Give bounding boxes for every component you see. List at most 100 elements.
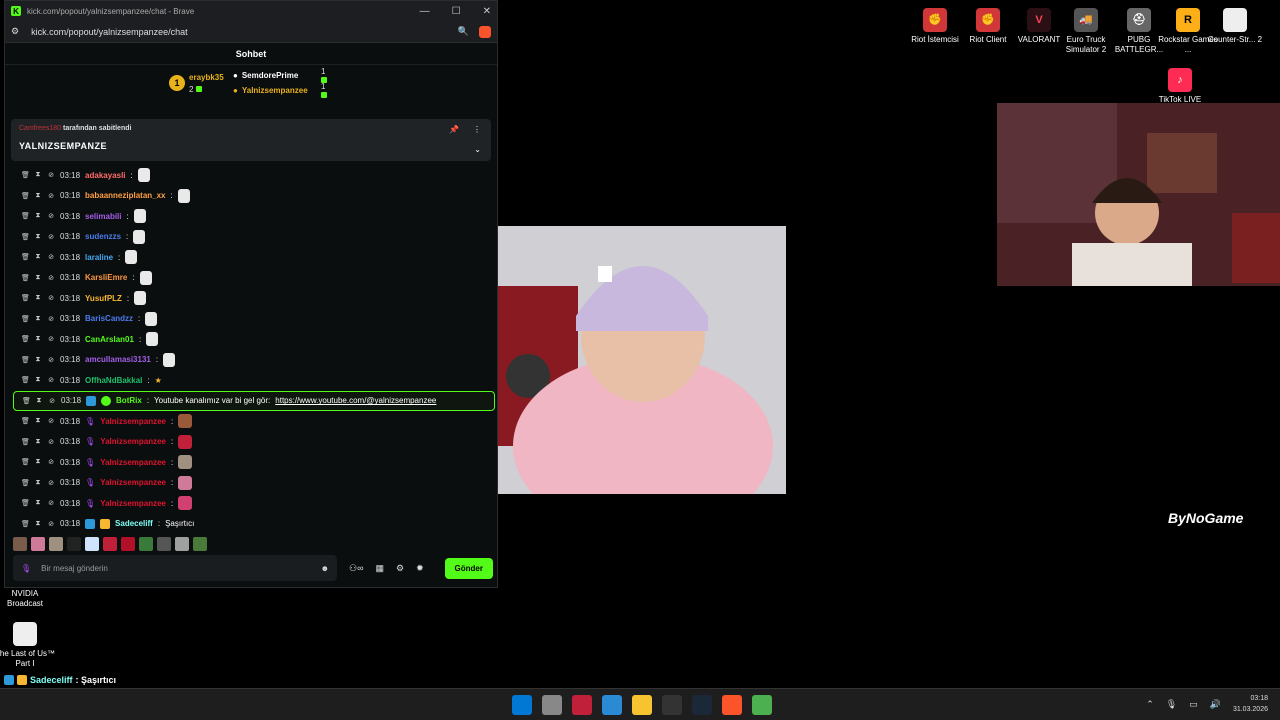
ban-icon: ⊘ [48,254,54,262]
brave-icon[interactable] [722,695,742,715]
clock[interactable]: 03:18 31.03.2026 [1233,693,1268,715]
timeout-icon: ⧗ [35,376,41,384]
emote-icon[interactable] [193,537,207,551]
users-icon[interactable]: ⚇∞ [349,563,363,574]
chat-message[interactable]: 🗑 ⧗ ⊘ 03:18 🎙 Yalnizsempanzee: [13,432,495,453]
network-icon[interactable]: ▭ [1189,699,1198,710]
youtube-link[interactable]: https://www.youtube.com/@yalnizsempanzee [275,396,436,405]
rank-badge: 1 [169,75,185,91]
valorant-icon: V [1027,8,1051,32]
file-icon [1223,8,1247,32]
more-options-icon[interactable]: ⋮ [473,125,481,134]
pinned-message[interactable]: Camfrees180 tarafından sabitlendi YALNIZ… [11,119,491,161]
file-explorer-icon[interactable] [632,695,652,715]
chat-message[interactable]: 🗑 ⧗ ⊘ 03:18 laraline: [13,247,495,268]
emote-icon [178,475,193,490]
emoji-icon[interactable]: ☻ [321,564,329,573]
leaderboard-row[interactable]: ● SemdorePrime 1 [233,67,327,83]
timeout-icon: ⧗ [35,519,41,527]
tiktok-live-shortcut[interactable]: ♪ TikTok LIVE [1149,68,1211,105]
minimize-button[interactable]: — [420,6,430,17]
chrome-icon[interactable] [752,695,772,715]
microphone-icon[interactable]: 🎙 [21,564,31,573]
microphone-icon[interactable]: 🎙 [1166,699,1177,710]
maximize-button[interactable]: ☐ [452,6,461,17]
chat-message[interactable]: 🗑 ⧗ ⊘ 03:18 🎙 Yalnizsempanzee: [13,411,495,432]
chevron-down-icon[interactable]: ⌄ [474,145,481,154]
ban-icon: ⊘ [48,520,54,528]
chevron-up-icon[interactable]: ⌃ [1146,699,1154,710]
photos-icon[interactable] [602,695,622,715]
steam-icon[interactable] [692,695,712,715]
emote-icon [146,332,159,347]
nvidia-broadcast-shortcut[interactable]: NVIDIA Broadcast [0,589,56,609]
task-view-icon[interactable] [542,695,562,715]
ban-icon: ⊘ [48,479,54,487]
emote-icon[interactable] [175,537,189,551]
delete-icon: 🗑 [21,520,30,528]
volume-icon[interactable]: 🔊 [1210,699,1221,710]
chat-message[interactable]: 🗑 ⧗ ⊘ 03:18 OffhaNdBakkal: ★ [13,370,495,391]
chat-message[interactable]: 🗑 ⧗ ⊘ 03:18 BarisCandzz: [13,309,495,330]
chat-message[interactable]: 🗑 ⧗ ⊘ 03:18 🎙 Yalnizsempanzee: [13,493,495,514]
bot-message[interactable]: 🗑 ⧗ ⊘ 03:18 BotRix: Youtube kanalımız var bi … [13,390,495,411]
timeout-icon: ⧗ [35,355,41,363]
emote-icon[interactable] [85,537,99,551]
chat-message[interactable]: 🗑 ⧗ ⊘ 03:18 Sadeceliff: Şaşırtıcı [13,514,495,535]
chat-message[interactable]: 🗑 ⧗ ⊘ 03:18 selimabili: [13,206,495,227]
timeout-icon: ⧗ [35,212,41,220]
delete-icon: 🗑 [21,213,30,221]
chat-message[interactable]: 🗑 ⧗ ⊘ 03:18 KarsliEmre: [13,268,495,289]
chat-message[interactable]: 🗑 ⧗ ⊘ 03:18 YusufPLZ: [13,288,495,309]
leaderboard-row[interactable]: ● Yalnizsempanzee 1 [233,82,327,98]
emote-icon [178,496,193,511]
emote-icon[interactable] [121,537,135,551]
brave-shields-icon[interactable] [479,25,491,38]
pin-icon[interactable]: 📌 [449,125,459,134]
chat-message[interactable]: 🗑 ⧗ ⊘ 03:18 🎙 Yalnizsempanzee: [13,452,495,473]
pubg-icon: ⛑ [1127,8,1151,32]
sub-badge-icon [4,675,14,685]
chat-message[interactable]: 🗑 ⧗ ⊘ 03:18 sudenzzs: [13,227,495,248]
chat-message[interactable]: 🗑 ⧗ ⊘ 03:18 babaanneziplatan_xx: [13,186,495,207]
delete-icon: 🗑 [21,459,30,467]
chat-message[interactable]: 🗑 ⧗ ⊘ 03:18 adakayasli: [13,165,495,186]
delete-icon: 🗑 [21,233,30,241]
zoom-icon[interactable]: 🔍 [458,26,469,37]
settings-icon[interactable]: ✹ [416,563,424,574]
gift-icon [195,86,202,92]
send-button[interactable]: Gönder [444,557,493,579]
delete-icon: 🗑 [21,377,30,385]
gear-icon[interactable]: ⚙ [396,563,404,574]
stream-video [498,226,786,494]
emote-icon[interactable] [31,537,45,551]
counter-strike-shortcut[interactable]: Counter-Str... 2 [1204,8,1266,45]
close-button[interactable]: ✕ [483,6,491,17]
emote-icon[interactable] [67,537,81,551]
emote-icon[interactable] [157,537,171,551]
app-icon[interactable] [572,695,592,715]
ban-icon: ⊘ [48,213,54,221]
store-icon[interactable]: ▦ [375,563,384,574]
user-icon: ● [233,71,238,80]
emote-icon[interactable] [139,537,153,551]
leaderboard-top-user[interactable]: eraybk35 [189,73,224,82]
chat-message[interactable]: 🗑 ⧗ ⊘ 03:18 CanArslan01: [13,329,495,350]
chat-message[interactable]: 🗑 ⧗ ⊘ 03:18 amcullamasi3131: [13,350,495,371]
last-of-us-shortcut[interactable]: The Last of Us™ Part I [0,622,56,669]
app-icon[interactable] [662,695,682,715]
delete-icon: 🗑 [21,274,30,282]
delete-icon: 🗑 [21,356,30,364]
emote-icon[interactable] [49,537,63,551]
delete-icon: 🗑 [22,397,31,405]
message-input[interactable]: 🎙 Bir mesaj gönderin ☻ [13,555,337,581]
chat-message[interactable]: 🗑 ⧗ ⊘ 03:18 🎙 Yalnizsempanzee: [13,473,495,494]
url-field[interactable]: kick.com/popout/yalnizsempanzee/chat [31,27,188,37]
recent-emotes-bar [13,537,207,551]
emote-icon[interactable] [103,537,117,551]
start-icon[interactable] [512,695,532,715]
ban-icon: ⊘ [48,377,54,385]
emote-icon[interactable] [13,537,27,551]
site-settings-icon[interactable]: ⚙ [11,26,19,37]
emote-icon [178,455,193,470]
